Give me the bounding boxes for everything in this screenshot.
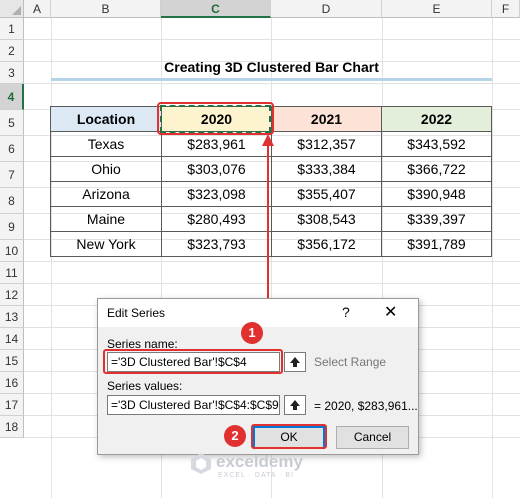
table-cell[interactable]: $308,543 xyxy=(271,206,382,232)
highlight-box-series-name xyxy=(103,349,283,374)
highlight-box-ok xyxy=(251,424,327,449)
series-values-preview: = 2020, $283,961... xyxy=(314,399,418,413)
cancel-button[interactable]: Cancel xyxy=(336,426,409,449)
series-values-input[interactable]: ='3D Clustered Bar'!$C$4:$C$9 xyxy=(107,395,280,415)
column-header-c[interactable]: C xyxy=(161,0,271,18)
column-header-a[interactable]: A xyxy=(24,0,51,18)
header-2022[interactable]: 2022 xyxy=(381,106,492,132)
row-header-2[interactable]: 2 xyxy=(0,40,24,62)
row-header-14[interactable]: 14 xyxy=(0,328,24,350)
series-values-collapse-button[interactable] xyxy=(284,395,306,415)
table-cell[interactable]: Maine xyxy=(50,206,162,232)
table-cell[interactable]: Ohio xyxy=(50,156,162,182)
row-header-17[interactable]: 17 xyxy=(0,394,24,416)
table-cell[interactable]: $366,722 xyxy=(381,156,492,182)
table-row: Arizona $323,098 $355,407 $390,948 xyxy=(50,181,492,207)
table-cell[interactable]: $283,961 xyxy=(161,131,272,157)
table-cell[interactable]: $323,793 xyxy=(161,231,272,257)
watermark-name: exceldemy xyxy=(216,452,303,471)
column-header-e[interactable]: E xyxy=(382,0,492,18)
table-cell[interactable]: $390,948 xyxy=(381,181,492,207)
watermark-tagline: EXCEL · DATA · BI xyxy=(218,472,294,479)
row-header-12[interactable]: 12 xyxy=(0,284,24,306)
row-header-5[interactable]: 5 xyxy=(0,110,24,136)
series-values-label: Series values: xyxy=(107,379,183,393)
header-location[interactable]: Location xyxy=(50,106,162,132)
row-header-11[interactable]: 11 xyxy=(0,262,24,284)
title-underline xyxy=(51,78,492,81)
row-header-16[interactable]: 16 xyxy=(0,372,24,394)
row-header-13[interactable]: 13 xyxy=(0,306,24,328)
table-row: Ohio $303,076 $333,384 $366,722 xyxy=(50,156,492,182)
highlight-box-c4 xyxy=(157,102,274,135)
step-1-badge: 1 xyxy=(241,322,263,344)
row-header-10[interactable]: 10 xyxy=(0,240,24,262)
select-range-hint: Select Range xyxy=(314,355,387,369)
row-header-1[interactable]: 1 xyxy=(0,18,24,40)
exceldemy-logo-icon xyxy=(191,453,211,474)
table-cell[interactable]: $303,076 xyxy=(161,156,272,182)
row-header-6[interactable]: 6 xyxy=(0,136,24,162)
dialog-title: Edit Series xyxy=(107,306,166,320)
row-header-8[interactable]: 8 xyxy=(0,188,24,214)
select-all-corner[interactable] xyxy=(0,0,24,18)
table-row: Texas $283,961 $312,357 $343,592 xyxy=(50,131,492,157)
column-header-d[interactable]: D xyxy=(271,0,382,18)
collapse-dialog-icon xyxy=(290,400,300,410)
column-header-f[interactable]: F xyxy=(492,0,520,18)
table-row: New York $323,793 $356,172 $391,789 xyxy=(50,231,492,257)
row-header-15[interactable]: 15 xyxy=(0,350,24,372)
sheet-title: Creating 3D Clustered Bar Chart xyxy=(164,59,379,75)
table-cell[interactable]: New York xyxy=(50,231,162,257)
table-cell[interactable]: $343,592 xyxy=(381,131,492,157)
header-2021[interactable]: 2021 xyxy=(271,106,382,132)
row-header-18[interactable]: 18 xyxy=(0,416,24,438)
table-cell[interactable]: Arizona xyxy=(50,181,162,207)
row-header-7[interactable]: 7 xyxy=(0,162,24,188)
table-cell[interactable]: $339,397 xyxy=(381,206,492,232)
table-row: Maine $280,493 $308,543 $339,397 xyxy=(50,206,492,232)
table-cell[interactable]: $280,493 xyxy=(161,206,272,232)
table-cell[interactable]: $323,098 xyxy=(161,181,272,207)
table-cell[interactable]: $312,357 xyxy=(271,131,382,157)
step-2-badge: 2 xyxy=(224,425,246,447)
table-cell[interactable]: Texas xyxy=(50,131,162,157)
row-header-4[interactable]: 4 xyxy=(0,84,24,110)
close-icon[interactable]: ✕ xyxy=(384,302,397,322)
help-button[interactable]: ? xyxy=(342,304,350,320)
row-header-9[interactable]: 9 xyxy=(0,214,24,240)
table-cell[interactable]: $391,789 xyxy=(381,231,492,257)
row-header-3[interactable]: 3 xyxy=(0,62,24,84)
table-cell[interactable]: $356,172 xyxy=(271,231,382,257)
collapse-dialog-icon xyxy=(290,357,300,367)
table-cell[interactable]: $355,407 xyxy=(271,181,382,207)
series-name-collapse-button[interactable] xyxy=(284,352,306,372)
column-header-b[interactable]: B xyxy=(51,0,161,18)
table-cell[interactable]: $333,384 xyxy=(271,156,382,182)
